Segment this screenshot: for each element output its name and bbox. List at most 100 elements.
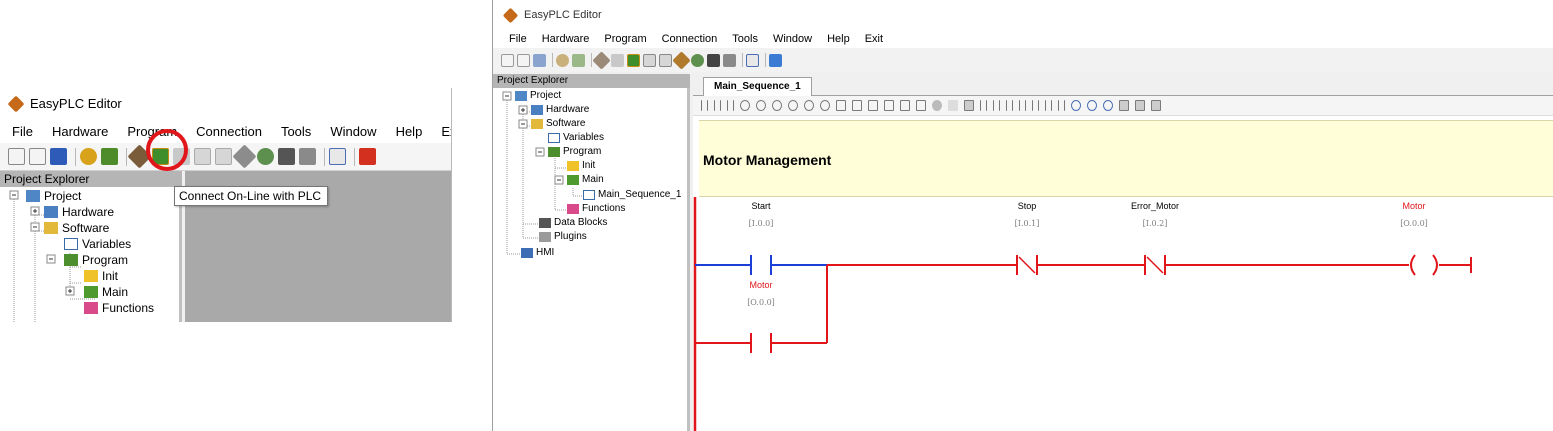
width-icon[interactable] [1058,100,1065,111]
tree-item-program[interactable]: Program [548,146,601,157]
zoom-reset-icon[interactable] [1103,100,1113,111]
tree-item-software[interactable]: Software [531,118,585,129]
tree-item-functions[interactable]: Functions [567,203,625,214]
zoom-in-icon[interactable] [1087,100,1097,111]
tree-item-project[interactable]: Project [515,90,561,101]
plc-icon[interactable] [257,148,274,165]
menu-hardware[interactable]: Hardware [52,124,108,139]
save-icon[interactable] [533,53,546,67]
realtime-icon[interactable] [916,100,926,111]
tree-item-plugins[interactable]: Plugins [539,231,587,242]
coil-jump-icon[interactable] [820,100,830,111]
coil-pulse-icon[interactable] [788,100,798,111]
open-file-icon[interactable] [517,53,530,67]
tree-item-variables[interactable]: Variables [64,237,131,251]
build-icon[interactable] [572,53,585,67]
exit-icon[interactable] [359,148,376,165]
tree-item-hmi[interactable]: HMI [521,247,554,258]
menu-connection[interactable]: Connection [196,124,262,139]
wire-right-icon[interactable] [980,100,987,111]
settings-diamond-icon[interactable] [672,50,691,70]
function-block-icon[interactable] [836,100,846,111]
data-block-icon[interactable] [884,100,894,111]
menu-file[interactable]: File [509,33,527,45]
tree-item-project[interactable]: Project [26,189,81,203]
monitor-icon[interactable] [194,148,211,165]
disconnect-icon[interactable] [611,53,624,67]
functions-icon [84,302,98,314]
menu-exit[interactable]: Exit [441,124,451,139]
pencil-icon[interactable] [948,100,958,111]
settings-diamond-icon[interactable] [232,144,257,169]
menu-tools[interactable]: Tools [732,33,758,45]
connect-online-icon[interactable] [627,53,640,67]
tree-item-init[interactable]: Init [567,160,595,171]
build-icon[interactable] [101,148,118,165]
wire-up-icon[interactable] [1006,100,1013,111]
wire-down-icon[interactable] [993,100,1000,111]
tree-item-variables[interactable]: Variables [548,132,604,143]
tree-item-hardware[interactable]: Hardware [44,205,114,219]
zoom-out-icon[interactable] [1071,100,1081,111]
motor-coil-left[interactable] [1410,254,1416,276]
new-file-icon[interactable] [8,148,25,165]
paste-icon[interactable] [1151,100,1161,111]
menu-help[interactable]: Help [827,33,850,45]
simulator-icon[interactable] [215,148,232,165]
insert-row-icon[interactable] [1032,100,1039,111]
monitor-icon[interactable] [643,53,656,67]
open-file-icon[interactable] [29,148,46,165]
tree-item-program[interactable]: Program [64,253,128,267]
tree-item-main-sequence-1[interactable]: Main_Sequence_1 [583,189,681,200]
fill-icon[interactable] [964,100,974,111]
menu-connection[interactable]: Connection [662,33,718,45]
tree-item-hardware[interactable]: Hardware [531,104,589,115]
tools-icon[interactable] [299,148,316,165]
contact-edge-icon[interactable] [727,100,734,111]
tree-item-main[interactable]: Main [84,285,128,299]
menu-exit[interactable]: Exit [865,33,883,45]
editor-tab-strip: Main_Sequence_1 [693,74,1553,96]
timer-block-icon[interactable] [852,100,862,111]
coil-icon[interactable] [740,100,750,111]
plc-icon[interactable] [691,53,704,67]
tools-icon[interactable] [723,53,736,67]
new-file-icon[interactable] [501,53,514,67]
tree-item-software[interactable]: Software [44,221,109,235]
tab-main-sequence-1[interactable]: Main_Sequence_1 [703,77,812,96]
memory-icon[interactable] [278,148,295,165]
menu-program[interactable]: Program [604,33,646,45]
tree-item-init[interactable]: Init [84,269,118,283]
exit-icon[interactable] [769,53,782,67]
counter-block-icon[interactable] [868,100,878,111]
coil-set-icon[interactable] [756,100,766,111]
function-icon[interactable] [900,100,910,111]
coil-reset-icon[interactable] [772,100,782,111]
window-icon[interactable] [746,53,759,67]
coil-negated-icon[interactable] [804,100,814,111]
menu-file[interactable]: File [12,124,33,139]
cut-icon[interactable] [1119,100,1129,111]
eraser-icon[interactable] [932,100,942,111]
menu-window[interactable]: Window [773,33,812,45]
menu-hardware[interactable]: Hardware [542,33,590,45]
tree-item-main[interactable]: Main [567,174,604,185]
menu-window[interactable]: Window [330,124,376,139]
contact-nc-icon[interactable] [714,100,721,111]
contact-no-icon[interactable] [701,100,708,111]
copy-icon[interactable] [1135,100,1145,111]
window-icon[interactable] [329,148,346,165]
compile-icon[interactable] [80,148,97,165]
save-icon[interactable] [50,148,67,165]
menu-help[interactable]: Help [396,124,423,139]
compile-icon[interactable] [556,53,569,67]
tree-item-functions[interactable]: Functions [84,301,154,315]
motor-coil-right[interactable] [1432,254,1438,276]
transfer-icon[interactable] [592,50,611,70]
tree-item-data-blocks[interactable]: Data Blocks [539,217,607,228]
memory-icon[interactable] [707,53,720,67]
delete-row-icon[interactable] [1045,100,1052,111]
menu-tools[interactable]: Tools [281,124,311,139]
simulator-icon[interactable] [659,53,672,67]
branch-icon[interactable] [1019,100,1026,111]
